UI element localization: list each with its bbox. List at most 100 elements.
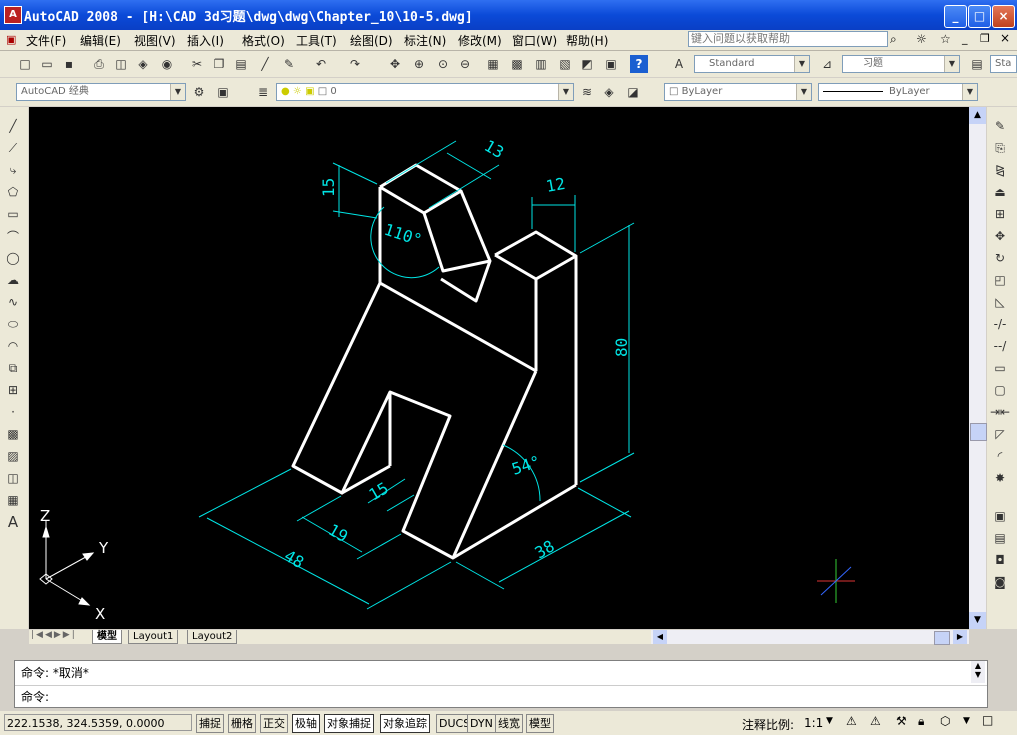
multiline-text-icon[interactable]: A bbox=[4, 513, 22, 531]
break-at-point-icon[interactable]: ▭ bbox=[991, 359, 1009, 377]
workspace-settings-icon[interactable]: ⚙ bbox=[190, 83, 208, 101]
draworder-front-icon[interactable]: ▣ bbox=[991, 507, 1009, 525]
dim-style-combo[interactable]: 习题 ▼ bbox=[842, 55, 960, 73]
make-current-layer-icon[interactable]: ≋ bbox=[578, 83, 596, 101]
fillet-icon[interactable]: ◜ bbox=[991, 447, 1009, 465]
draworder-under-icon[interactable]: ◙ bbox=[991, 573, 1009, 591]
paste-icon[interactable]: ▤ bbox=[232, 55, 250, 73]
grid-toggle[interactable]: 栅格 bbox=[228, 714, 256, 733]
tool-palettes-icon[interactable]: ▥ bbox=[532, 55, 550, 73]
zoom-window-icon[interactable]: ⊙ bbox=[434, 55, 452, 73]
ellipse-arc-icon[interactable]: ◠ bbox=[4, 337, 22, 355]
pan-icon[interactable]: ✥ bbox=[386, 55, 404, 73]
trim-icon[interactable]: -/- bbox=[991, 315, 1009, 333]
scroll-down-icon[interactable]: ▼ bbox=[969, 612, 986, 629]
polyline-icon[interactable]: ⤷ bbox=[4, 161, 22, 179]
chamfer-icon[interactable]: ◸ bbox=[991, 425, 1009, 443]
menu-dimension[interactable]: 标注(N) bbox=[404, 32, 446, 49]
new-icon[interactable]: □ bbox=[16, 55, 34, 73]
auto-scale-icon[interactable]: ⚠ bbox=[870, 714, 881, 728]
scroll-left-icon[interactable]: ◀ bbox=[653, 630, 667, 644]
sheet-set-icon[interactable]: ▧ bbox=[556, 55, 574, 73]
polar-toggle[interactable]: 极轴 bbox=[292, 714, 320, 733]
maximize-button[interactable]: □ bbox=[968, 5, 991, 28]
zoom-realtime-icon[interactable]: ⊕ bbox=[410, 55, 428, 73]
scale-icon[interactable]: ◰ bbox=[991, 271, 1009, 289]
plot-icon[interactable]: ⎙ bbox=[90, 55, 108, 73]
menu-window[interactable]: 窗口(W) bbox=[512, 32, 557, 49]
polygon-icon[interactable]: ⬠ bbox=[4, 183, 22, 201]
coordinate-display[interactable]: 222.1538, 324.5359, 0.0000 bbox=[4, 714, 192, 731]
drawing-canvas[interactable]: 13 12 15 110° 80 54° 15 19 48 38 Z Y X bbox=[29, 107, 969, 629]
properties-icon[interactable]: ▦ bbox=[484, 55, 502, 73]
table-icon[interactable]: ▦ bbox=[4, 491, 22, 509]
doc-close-button[interactable]: × bbox=[1000, 31, 1010, 45]
favorites-star-icon[interactable]: ☆ bbox=[940, 32, 951, 46]
status-menu-icon[interactable]: ▼ bbox=[963, 716, 970, 726]
undo-icon[interactable]: ↶ bbox=[312, 55, 330, 73]
extend-icon[interactable]: --/ bbox=[991, 337, 1009, 355]
ortho-toggle[interactable]: 正交 bbox=[260, 714, 288, 733]
horizontal-scroll-thumb[interactable] bbox=[934, 631, 950, 645]
table-style-combo[interactable]: Sta bbox=[990, 55, 1017, 73]
minimize-button[interactable]: _ bbox=[944, 5, 967, 28]
rotate-icon[interactable]: ↻ bbox=[991, 249, 1009, 267]
menu-tools[interactable]: 工具(T) bbox=[296, 32, 337, 49]
menu-format[interactable]: 格式(O) bbox=[242, 32, 285, 49]
draworder-above-icon[interactable]: ◘ bbox=[991, 551, 1009, 569]
tab-layout1[interactable]: Layout1 bbox=[128, 630, 179, 644]
array-icon[interactable]: ⊞ bbox=[991, 205, 1009, 223]
clean-screen-icon[interactable]: □ bbox=[982, 713, 993, 727]
draworder-back-icon[interactable]: ▤ bbox=[991, 529, 1009, 547]
text-style-icon[interactable]: A bbox=[670, 55, 688, 73]
rectangle-icon[interactable]: ▭ bbox=[4, 205, 22, 223]
spline-icon[interactable]: ∿ bbox=[4, 293, 22, 311]
ellipse-icon[interactable]: ⬭ bbox=[4, 315, 22, 333]
open-icon[interactable]: ▭ bbox=[38, 55, 56, 73]
mirror-icon[interactable]: ⧎ bbox=[991, 161, 1009, 179]
layer-combo[interactable]: ● ☼ ▣ □ 0 ▼ bbox=[276, 83, 574, 101]
text-style-combo[interactable]: Standard ▼ bbox=[694, 55, 810, 73]
cut-icon[interactable]: ✂ bbox=[188, 55, 206, 73]
vertical-scrollbar[interactable]: ▲ ▼ bbox=[969, 107, 987, 629]
tab-navigation-icon[interactable]: |◀◀▶▶| bbox=[31, 630, 77, 640]
menu-help[interactable]: 帮助(H) bbox=[566, 32, 608, 49]
layer-states-icon[interactable]: ◪ bbox=[624, 83, 642, 101]
communication-icon[interactable]: ☼ bbox=[916, 32, 927, 46]
wrench-icon[interactable]: ⚒ bbox=[896, 714, 907, 728]
zoom-previous-icon[interactable]: ⊖ bbox=[456, 55, 474, 73]
stretch-icon[interactable]: ◺ bbox=[991, 293, 1009, 311]
menu-view[interactable]: 视图(V) bbox=[134, 32, 176, 49]
tab-model[interactable]: 模型 bbox=[92, 630, 122, 644]
snap-toggle[interactable]: 捕捉 bbox=[196, 714, 224, 733]
erase-icon[interactable]: ✎ bbox=[991, 117, 1009, 135]
otrack-toggle[interactable]: 对象追踪 bbox=[380, 714, 430, 733]
color-combo[interactable]: □ ByLayer ▼ bbox=[664, 83, 812, 101]
hatch-icon[interactable]: ▩ bbox=[4, 425, 22, 443]
menu-draw[interactable]: 绘图(D) bbox=[350, 32, 393, 49]
horizontal-scrollbar[interactable]: ◀ ▶ bbox=[651, 630, 969, 645]
search-icon[interactable]: ⌕ bbox=[890, 32, 897, 47]
insert-block-icon[interactable]: ⧉ bbox=[4, 359, 22, 377]
make-block-icon[interactable]: ⊞ bbox=[4, 381, 22, 399]
construction-line-icon[interactable]: ⟋ bbox=[4, 139, 22, 157]
vertical-scroll-thumb[interactable] bbox=[970, 423, 987, 441]
point-icon[interactable]: · bbox=[4, 403, 22, 421]
copy-object-icon[interactable]: ⎘ bbox=[991, 139, 1009, 157]
osnap-toggle[interactable]: 对象捕捉 bbox=[324, 714, 374, 733]
region-icon[interactable]: ◫ bbox=[4, 469, 22, 487]
gradient-icon[interactable]: ▨ bbox=[4, 447, 22, 465]
layer-previous-icon[interactable]: ◈ bbox=[600, 83, 618, 101]
my-workspace-icon[interactable]: ▣ bbox=[214, 83, 232, 101]
move-icon[interactable]: ✥ bbox=[991, 227, 1009, 245]
table-style-icon[interactable]: ▤ bbox=[968, 55, 986, 73]
doc-restore-button[interactable]: ❐ bbox=[980, 32, 990, 45]
tab-layout2[interactable]: Layout2 bbox=[187, 630, 238, 644]
calculator-icon[interactable]: ▣ bbox=[602, 55, 620, 73]
circle-icon[interactable]: ◯ bbox=[4, 249, 22, 267]
redo-icon[interactable]: ↷ bbox=[346, 55, 364, 73]
dim-style-icon[interactable]: ⊿ bbox=[818, 55, 836, 73]
layer-manager-icon[interactable]: ≣ bbox=[254, 83, 272, 101]
block-editor-icon[interactable]: ✎ bbox=[280, 55, 298, 73]
linetype-combo[interactable]: ByLayer ▼ bbox=[818, 83, 978, 101]
